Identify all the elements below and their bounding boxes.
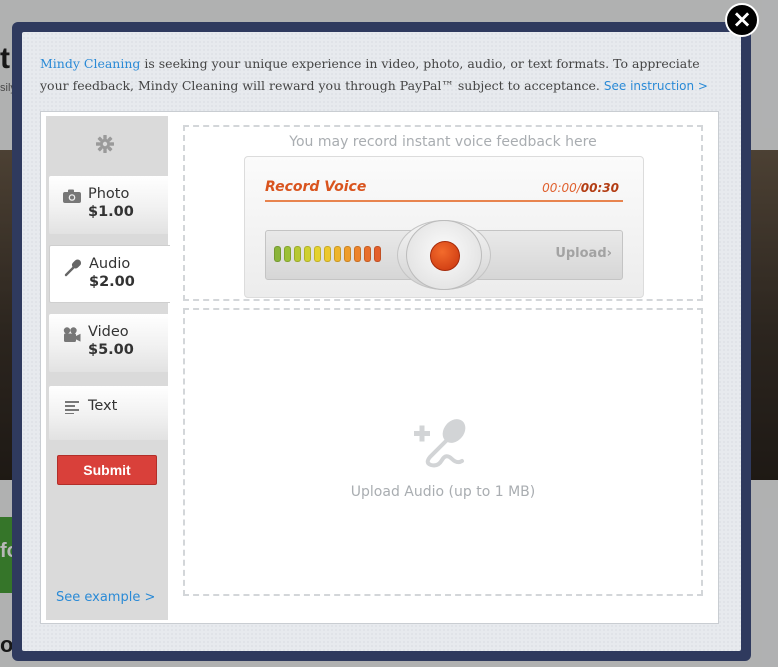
camera-icon (63, 189, 81, 205)
volume-meter-led (324, 246, 331, 262)
tab-photo-label: Photo (88, 186, 130, 202)
record-voice-title: Record Voice (265, 179, 367, 195)
add-microphone-icon (410, 417, 472, 475)
intro-text: Mindy Cleaning is seeking your unique ex… (40, 53, 710, 97)
feedback-panel: Photo $1.00 Audio $2.00 Video $5.00 Text… (40, 111, 719, 624)
volume-meter-led (344, 246, 351, 262)
volume-meter-led (374, 246, 381, 262)
submit-button[interactable]: Submit (57, 455, 157, 485)
voice-recorder: Record Voice 00:00/00:30 Upload› (244, 156, 644, 298)
tab-audio-price: $2.00 (89, 274, 135, 290)
upload-audio-dropzone[interactable]: Upload Audio (up to 1 MB) (183, 308, 703, 596)
see-instruction-link[interactable]: See instruction > (604, 79, 708, 93)
upload-recording-label: Upload (555, 246, 607, 261)
volume-meter-led (284, 246, 291, 262)
tab-video[interactable]: Video $5.00 (49, 314, 168, 372)
feedback-type-sidebar: Photo $1.00 Audio $2.00 Video $5.00 Text… (46, 116, 170, 620)
volume-meter-led (274, 246, 281, 262)
record-hint: You may record instant voice feedback he… (289, 134, 597, 150)
video-camera-icon (63, 327, 81, 343)
record-dot-icon (430, 241, 460, 271)
brand-name: Mindy Cleaning (40, 56, 141, 71)
close-icon: × (731, 5, 753, 33)
record-time-max: 00:30 (580, 181, 619, 195)
recorder-divider (265, 200, 623, 202)
record-button[interactable] (406, 220, 482, 290)
tab-audio[interactable]: Audio $2.00 (49, 245, 170, 303)
upload-audio-label: Upload Audio (up to 1 MB) (350, 484, 536, 500)
tab-video-price: $5.00 (88, 342, 134, 358)
tab-video-label: Video (88, 324, 129, 340)
chevron-right-icon: › (606, 246, 612, 261)
gear-icon (94, 134, 116, 156)
volume-meter-led (364, 246, 371, 262)
see-example-link[interactable]: See example > (56, 590, 155, 605)
volume-meter-led (304, 246, 311, 262)
record-time-current: 00:00/ (542, 181, 581, 195)
tab-photo-price: $1.00 (88, 204, 134, 220)
upload-recording-button[interactable]: Upload› (555, 246, 612, 261)
volume-meter-led (334, 246, 341, 262)
tab-text-label: Text (88, 398, 118, 414)
volume-meter-led (294, 246, 301, 262)
volume-meter-led (314, 246, 321, 262)
tab-audio-label: Audio (89, 256, 131, 272)
record-timer: 00:00/00:30 (542, 181, 619, 195)
volume-meter-led (354, 246, 361, 262)
close-button[interactable]: × (725, 3, 759, 37)
microphone-icon (64, 259, 82, 277)
text-lines-icon (63, 400, 81, 416)
record-voice-area: You may record instant voice feedback he… (183, 125, 703, 301)
tab-photo[interactable]: Photo $1.00 (49, 176, 168, 234)
tab-text[interactable]: Text (49, 386, 168, 440)
